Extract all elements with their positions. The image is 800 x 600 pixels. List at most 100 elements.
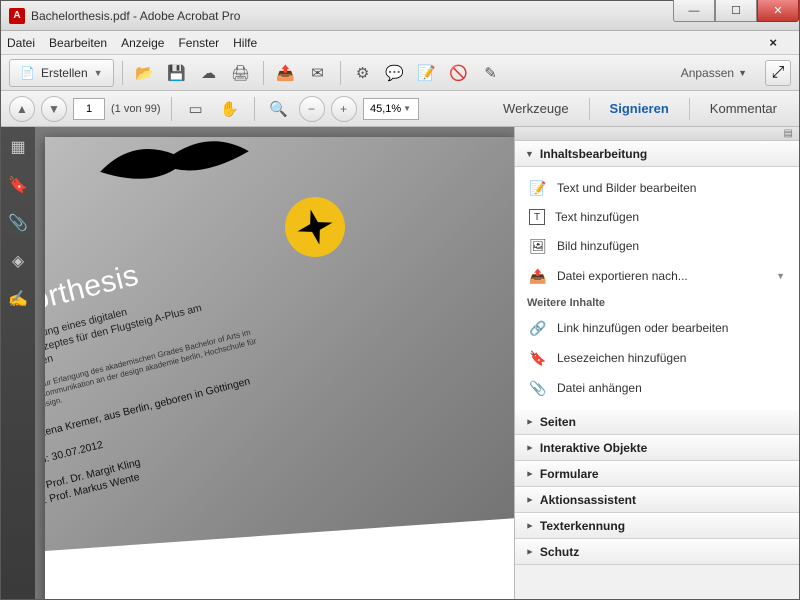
add-image-icon: 🖼 — [529, 237, 547, 255]
zoom-out-button[interactable]: − — [299, 96, 325, 122]
disclosure-closed-icon: ▼ — [524, 548, 534, 557]
page-down-button[interactable]: ▼ — [41, 96, 67, 122]
section-pages[interactable]: ▼Seiten — [515, 409, 799, 435]
page-number-input[interactable] — [73, 98, 105, 120]
bird-silhouette — [92, 137, 259, 212]
close-button[interactable]: ✕ — [757, 0, 799, 22]
tool-add-image[interactable]: 🖼 Bild hinzufügen — [515, 231, 799, 261]
stamp-icon[interactable]: 🚫 — [445, 59, 473, 87]
section-title: Texterkennung — [540, 519, 625, 533]
tool-add-link[interactable]: 🔗 Link hinzufügen oder bearbeiten — [515, 313, 799, 343]
panel-grip[interactable]: ▤ — [515, 127, 799, 141]
disclosure-closed-icon: ▼ — [524, 444, 534, 453]
tool-add-text[interactable]: TText hinzufügen — [515, 203, 799, 231]
tool-export-file[interactable]: 📤 Datei exportieren nach... ▼ — [515, 261, 799, 291]
signatures-icon[interactable]: ✍ — [8, 289, 28, 309]
section-content-editing[interactable]: ▼ Inhaltsbearbeitung — [515, 141, 799, 167]
separator — [254, 97, 255, 121]
menu-view[interactable]: Anzeige — [121, 36, 164, 50]
section-action-wizard[interactable]: ▼ Aktionsassistent — [515, 487, 799, 513]
tool-add-bookmark[interactable]: 🔖 Lesezeichen hinzufügen — [515, 343, 799, 373]
section-title: Aktionsassistent — [540, 493, 636, 507]
section-title: Inhaltsbearbeitung — [540, 147, 647, 161]
tool-label: Text hinzufügen — [555, 210, 639, 224]
section-protection[interactable]: ▼Schutz — [515, 539, 799, 565]
dropdown-arrow-icon: ▼ — [738, 68, 747, 78]
disclosure-closed-icon: ▼ — [524, 496, 534, 505]
tool-label: Datei exportieren nach... — [557, 269, 688, 283]
left-nav-rail: ▦ 🔖 📎 ◈ ✍ — [1, 127, 35, 599]
comment-tab[interactable]: Kommentar — [696, 101, 791, 116]
separator — [589, 98, 590, 120]
section-text-recognition[interactable]: ▼ Texterkennung — [515, 513, 799, 539]
bookmarks-icon[interactable]: 🔖 — [8, 175, 28, 195]
zoom-field[interactable]: 45,1%▼ — [363, 98, 419, 120]
tool-attach-file[interactable]: 📎 Datei anhängen — [515, 373, 799, 403]
menu-edit[interactable]: Bearbeiten — [49, 36, 107, 50]
menu-close-icon[interactable]: × — [769, 35, 777, 50]
create-button[interactable]: 📄 Erstellen ▼ — [9, 59, 114, 87]
attach-icon: 📎 — [529, 379, 547, 397]
disclosure-closed-icon: ▼ — [524, 470, 534, 479]
page-bottom — [45, 514, 514, 599]
link-icon: 🔗 — [529, 319, 547, 337]
page-count-label: (1 von 99) — [111, 103, 161, 115]
edit-text-icon: 📝 — [529, 179, 547, 197]
sign-tab[interactable]: Signieren — [596, 101, 683, 116]
share-icon[interactable]: 📤 — [272, 59, 300, 87]
zoom-marquee-icon[interactable]: 🔍 — [265, 95, 293, 123]
customize-button[interactable]: Anpassen ▼ — [681, 66, 747, 80]
page-up-button[interactable]: ▲ — [9, 96, 35, 122]
open-icon[interactable]: 📂 — [131, 59, 159, 87]
hand-tool-icon[interactable]: ✋ — [216, 95, 244, 123]
select-tool-icon[interactable]: ▭ — [182, 95, 210, 123]
minimize-button[interactable]: — — [673, 0, 715, 22]
tool-label: Link hinzufügen oder bearbeiten — [557, 321, 728, 335]
section-interactive-objects[interactable]: ▼ Interaktive Objekte — [515, 435, 799, 461]
comment-icon[interactable]: 💬 — [381, 59, 409, 87]
tool-label: Bild hinzufügen — [557, 239, 639, 253]
maximize-button[interactable]: ☐ — [715, 0, 757, 22]
dropdown-arrow-icon: ▼ — [403, 104, 411, 113]
sign-icon[interactable]: ✎ — [477, 59, 505, 87]
bookmark-icon: 🔖 — [529, 349, 547, 367]
separator — [171, 97, 172, 121]
fullscreen-icon[interactable]: ⤢ — [765, 60, 791, 86]
mail-icon[interactable]: ✉ — [304, 59, 332, 87]
save-icon[interactable]: 💾 — [163, 59, 191, 87]
tools-panel: ▤ ▼ Inhaltsbearbeitung 📝Text und Bilder … — [514, 127, 799, 599]
highlight-icon[interactable]: 📝 — [413, 59, 441, 87]
titlebar: A Bachelorthesis.pdf - Adobe Acrobat Pro… — [1, 1, 799, 31]
tool-label: Lesezeichen hinzufügen — [557, 351, 686, 365]
attachments-icon[interactable]: 📎 — [8, 213, 28, 233]
dropdown-arrow-icon: ▼ — [94, 68, 103, 78]
dropdown-arrow-icon: ▼ — [776, 271, 785, 281]
layers-icon[interactable]: ◈ — [12, 251, 24, 271]
main-toolbar: 📄 Erstellen ▼ 📂 💾 ☁ 🖨 📤 ✉ ⚙ 💬 📝 🚫 ✎ Anpa… — [1, 55, 799, 91]
subsection-more-content: Weitere Inhalte — [515, 291, 799, 313]
print-icon[interactable]: 🖨 — [227, 59, 255, 87]
separator — [689, 98, 690, 120]
gear-icon[interactable]: ⚙ — [349, 59, 377, 87]
section-title: Interaktive Objekte — [540, 441, 647, 455]
create-label: Erstellen — [41, 66, 88, 80]
section-title: Formulare — [540, 467, 599, 481]
document-area[interactable]: Bachelorthesis Analyse zur Empfehlung ei… — [35, 127, 514, 599]
zoom-in-button[interactable]: + — [331, 96, 357, 122]
window-title: Bachelorthesis.pdf - Adobe Acrobat Pro — [31, 9, 673, 23]
create-pdf-icon: 📄 — [20, 66, 35, 80]
separator — [122, 61, 123, 85]
tool-label: Datei anhängen — [557, 381, 642, 395]
menu-window[interactable]: Fenster — [178, 36, 219, 50]
separator — [263, 61, 264, 85]
pdf-page: Bachelorthesis Analyse zur Empfehlung ei… — [45, 137, 514, 599]
cloud-icon[interactable]: ☁ — [195, 59, 223, 87]
section-forms[interactable]: ▼ Formulare — [515, 461, 799, 487]
export-icon: 📤 — [529, 267, 547, 285]
menu-file[interactable]: Datei — [7, 36, 35, 50]
tools-tab[interactable]: Werkzeuge — [489, 101, 583, 116]
thumbnails-icon[interactable]: ▦ — [10, 137, 25, 157]
disclosure-closed-icon: ▼ — [524, 522, 534, 531]
menu-help[interactable]: Hilfe — [233, 36, 257, 50]
tool-edit-text-images[interactable]: 📝Text und Bilder bearbeiten — [515, 173, 799, 203]
